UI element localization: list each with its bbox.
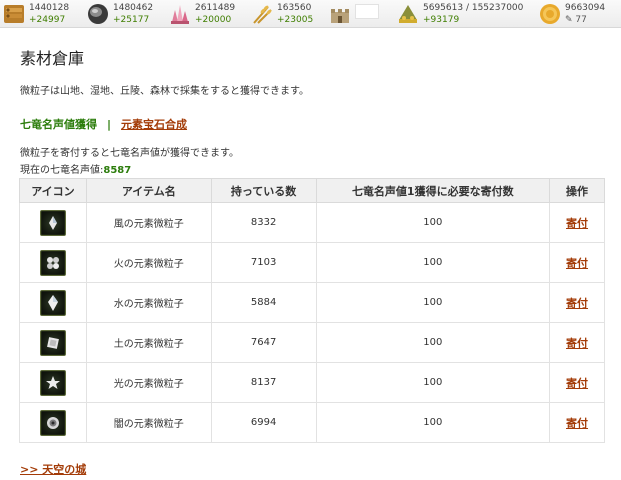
item-required: 100 xyxy=(315,322,551,363)
header-icon: アイコン xyxy=(19,178,87,203)
lumber-gain: +24997 xyxy=(29,15,66,25)
wheat-icon xyxy=(250,2,274,26)
tab-separator: | xyxy=(107,118,112,131)
wheat-amount: 163560 xyxy=(277,3,312,13)
page-description: 微粒子は山地、湿地、丘陵、森林で採集をすると獲得できます。 xyxy=(20,86,309,97)
header-owned: 持っている数 xyxy=(210,178,317,203)
sub-navigation: 七竜名声値獲得 | 元素宝石合成 xyxy=(20,116,187,132)
lumber-icon xyxy=(2,2,26,26)
dark-particle-icon xyxy=(39,409,66,436)
item-owned: 7647 xyxy=(210,322,317,363)
fortress-icon xyxy=(328,2,352,26)
item-owned: 7103 xyxy=(210,242,317,283)
item-owned: 8332 xyxy=(210,202,317,243)
stone-gain: +25177 xyxy=(113,15,150,25)
donate-button[interactable]: 寄付 xyxy=(566,417,588,430)
resource-bar: 1440128 +24997 1480462 +25177 2611489 +2… xyxy=(0,0,621,28)
tab-fame-current: 七竜名声値獲得 xyxy=(20,118,97,131)
fame-label: 現在の七竜名声値: xyxy=(20,165,104,176)
fame-status: 現在の七竜名声値:8587 xyxy=(20,161,131,176)
tab-gem-synthesis-link[interactable]: 元素宝石合成 xyxy=(121,118,187,131)
donate-button[interactable]: 寄付 xyxy=(566,217,588,230)
crystal-amount: 2611489 xyxy=(195,3,236,13)
donate-button[interactable]: 寄付 xyxy=(566,377,588,390)
gold-pile-icon xyxy=(396,2,420,26)
page-title: 素材倉庫 xyxy=(20,49,85,68)
gold-pile-gain: +93179 xyxy=(423,15,460,25)
item-required: 100 xyxy=(315,402,551,443)
stone-amount: 1480462 xyxy=(113,3,154,13)
table-row: 土の元素微粒子 7647 100 寄付 xyxy=(19,322,605,363)
fire-particle-icon xyxy=(39,249,66,276)
item-name: 光の元素微粒子 xyxy=(85,362,212,403)
lumber-amount: 1440128 xyxy=(29,3,70,13)
fame-value: 8587 xyxy=(103,165,132,176)
donation-info: 微粒子を寄付すると七竜名声値が獲得できます。 xyxy=(20,148,239,159)
table-row: 風の元素微粒子 8332 100 寄付 xyxy=(19,202,605,243)
stone-icon xyxy=(86,2,110,26)
item-owned: 5884 xyxy=(210,282,317,323)
table-header-row: アイコン アイテム名 持っている数 七竜名声値1獲得に必要な寄付数 操作 xyxy=(19,178,605,203)
table-row: 闇の元素微粒子 6994 100 寄付 xyxy=(19,402,605,443)
table-row: 火の元素微粒子 7103 100 寄付 xyxy=(19,242,605,283)
item-name: 闇の元素微粒子 xyxy=(85,402,212,443)
item-owned: 6994 xyxy=(210,402,317,443)
donate-button[interactable]: 寄付 xyxy=(566,257,588,270)
wheat-gain: +23005 xyxy=(277,15,314,25)
item-name: 風の元素微粒子 xyxy=(85,202,212,243)
item-name: 水の元素微粒子 xyxy=(85,282,212,323)
table-row: 水の元素微粒子 5884 100 寄付 xyxy=(19,282,605,323)
back-to-sky-castle-link[interactable]: >> 天空の城 xyxy=(20,461,86,477)
item-name: 土の元素微粒子 xyxy=(85,322,212,363)
header-action: 操作 xyxy=(549,178,605,203)
coin-secondary: ✎ 77 xyxy=(565,15,587,25)
header-item-name: アイテム名 xyxy=(85,178,212,203)
item-required: 100 xyxy=(315,362,551,403)
gold-pile-amount: 5695613 / 155237000 xyxy=(423,3,524,13)
light-particle-icon xyxy=(39,369,66,396)
item-required: 100 xyxy=(315,242,551,283)
item-name: 火の元素微粒子 xyxy=(85,242,212,283)
water-particle-icon xyxy=(39,289,66,316)
particle-table: アイコン アイテム名 持っている数 七竜名声値1獲得に必要な寄付数 操作 風の元… xyxy=(19,178,605,443)
item-required: 100 xyxy=(315,202,551,243)
earth-particle-icon xyxy=(39,329,66,356)
wind-particle-icon xyxy=(39,209,66,236)
feather-icon: ✎ xyxy=(565,15,573,25)
item-owned: 8137 xyxy=(210,362,317,403)
header-required: 七竜名声値1獲得に必要な寄付数 xyxy=(315,178,551,203)
table-row: 光の元素微粒子 8137 100 寄付 xyxy=(19,362,605,403)
fortress-value-box xyxy=(355,4,379,19)
donate-button[interactable]: 寄付 xyxy=(566,297,588,310)
coin-amount: 9663094 xyxy=(565,3,606,13)
donate-button[interactable]: 寄付 xyxy=(566,337,588,350)
crystal-gain: +20000 xyxy=(195,15,232,25)
coin-icon xyxy=(538,2,562,26)
item-required: 100 xyxy=(315,282,551,323)
crystal-icon xyxy=(168,2,192,26)
